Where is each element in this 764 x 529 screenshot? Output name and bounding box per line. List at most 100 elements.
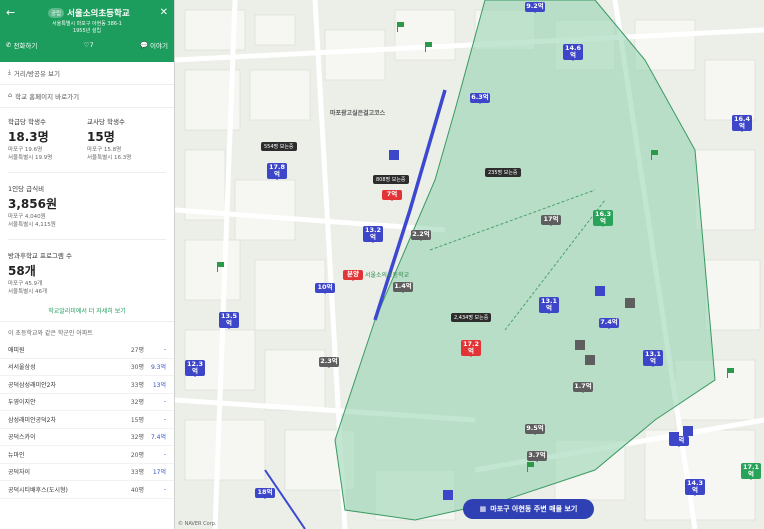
apt-price: - (163, 485, 166, 493)
price-marker[interactable]: 6.3억 (470, 93, 490, 103)
price-marker[interactable]: 13.5억 (219, 312, 239, 329)
price-marker[interactable]: 2.3억 (319, 357, 339, 367)
story-button[interactable]: 💬 이야기 (140, 40, 168, 50)
school-flag-icon[interactable] (727, 368, 735, 378)
founded-text: 1955년 설립 (72, 28, 102, 34)
price-label: 1.4억 (394, 282, 412, 290)
apt-list-item[interactable]: 공덕자이 33평 17억 (0, 464, 174, 481)
phone-icon: ✆ (6, 41, 12, 49)
stat-label: 교사당 학생수 (87, 118, 125, 126)
apt-list-item[interactable]: 애피원 27평 - (0, 341, 174, 359)
apartment-icon[interactable] (669, 432, 679, 442)
apt-floor: 40평 (130, 486, 144, 494)
apt-name: 서서울삼성 (8, 364, 36, 372)
apt-floor: 33평 (130, 381, 144, 389)
apartment-icon[interactable] (683, 426, 693, 436)
price-marker[interactable]: 17.1억 (741, 463, 761, 480)
homepage-label: 학교 홈페이지 바로가기 (15, 93, 80, 101)
price-marker[interactable]: 13.1억 (643, 350, 663, 367)
price-marker[interactable]: 2.2억 (411, 230, 431, 240)
apt-list-item[interactable]: 공덕시티배후스(도시형) 40평 - (0, 481, 174, 499)
apartment-icon[interactable] (389, 150, 399, 160)
close-icon[interactable]: ✕ (160, 7, 168, 18)
price-marker[interactable]: 분양 (343, 270, 363, 280)
price-marker[interactable]: 16.3억 (593, 210, 613, 227)
price-marker[interactable]: 3.7억 (527, 451, 547, 461)
apt-price: 9.3억 (150, 364, 166, 372)
price-marker[interactable]: 12.3억 (185, 360, 205, 377)
apt-list-item[interactable]: 공덕스카이 32평 7.4억 (0, 429, 174, 446)
school-flag-icon[interactable] (217, 262, 225, 272)
price-marker[interactable]: 13.1억 (539, 297, 559, 314)
story-label: 이야기 (150, 42, 168, 50)
price-label: 18억 (257, 488, 273, 496)
map-base (175, 0, 764, 529)
school-map-label: 서울소의초등학교 (365, 272, 410, 279)
nearby-listings-button[interactable]: ▦ 마포구 아현동 주변 매물 보기 (463, 499, 594, 519)
price-label: 17.8억 (268, 163, 286, 178)
apt-name: 애피원 (8, 346, 25, 354)
price-marker[interactable]: 16.4억 (732, 115, 752, 132)
apartment-icon[interactable] (443, 490, 453, 500)
stat-gu: 마포구 15.8명 (87, 147, 122, 153)
price-marker[interactable]: 10억 (315, 283, 335, 293)
apartment-icon[interactable] (595, 286, 605, 296)
apartment-icon[interactable] (625, 298, 635, 308)
apt-list-item[interactable]: 삼성래미안공덕2차 15평 - (0, 411, 174, 429)
stat-per-teacher: 교사당 학생수 15명 마포구 15.8명 서울특별시 16.3명 (87, 116, 166, 162)
price-label: 9.5억 (526, 424, 544, 432)
apt-floor: 33평 (130, 469, 144, 477)
apt-price: - (163, 450, 166, 458)
apt-price: - (163, 398, 166, 406)
price-marker[interactable]: 7억 (382, 190, 402, 200)
price-marker[interactable]: 17.8억 (267, 163, 287, 180)
apartment-icon[interactable] (585, 355, 595, 365)
price-marker[interactable]: 17억 (541, 215, 561, 225)
stat-city: 서울특별시 19.9명 (8, 154, 53, 161)
homepage-link[interactable]: ⌂ 학교 홈페이지 바로가기 (0, 85, 174, 108)
call-button[interactable]: ✆ 전화하기 (6, 40, 37, 50)
price-marker[interactable]: 1.7억 (573, 382, 593, 392)
school-flag-icon[interactable] (651, 150, 659, 160)
price-marker[interactable]: 17.2억 (461, 340, 481, 357)
viewer-count-tip: 554명 보는중 (261, 142, 297, 151)
price-label: 3.7억 (528, 451, 546, 459)
stat-gu: 마포구 45.9개 (8, 281, 43, 287)
price-label: 10억 (317, 283, 333, 291)
apt-floor: 32평 (130, 399, 144, 407)
apt-list-item[interactable]: 서서울삼성 30평 9.3억 (0, 359, 174, 376)
price-marker[interactable]: 14.3억 (685, 479, 705, 496)
back-arrow-icon[interactable]: ← (6, 6, 18, 19)
price-marker[interactable]: 9.5억 (525, 424, 545, 434)
stat-value: 15명 (87, 130, 115, 144)
school-alimi-link[interactable]: 학교알리미에서 더 자세히 보기 (0, 300, 174, 322)
apt-list-item[interactable]: 공덕삼성래미안2차 33평 13억 (0, 376, 174, 394)
route-link[interactable]: ⤓ 거리/방공유 보기 (0, 62, 174, 85)
stat-value: 18.3명 (8, 130, 49, 144)
school-name: 서울소의초등학교 (67, 8, 130, 19)
apartment-icon[interactable] (575, 340, 585, 350)
stat-label: 학급당 학생수 (8, 118, 46, 126)
stat-value: 58개 (8, 264, 36, 278)
map-view[interactable]: 마포광고실은걸고코스 서울소의초등학교 554명 보는중 808명 보는중 23… (175, 0, 764, 529)
school-flag-icon[interactable] (425, 42, 433, 52)
apt-list-item[interactable]: 뉴마인 20평 - (0, 446, 174, 464)
call-label: 전화하기 (13, 42, 38, 50)
price-marker[interactable]: 14.6억 (563, 44, 583, 61)
price-label: 13.5억 (220, 312, 238, 327)
price-marker[interactable]: 7.4억 (599, 318, 619, 328)
school-flag-icon[interactable] (527, 462, 535, 472)
price-marker[interactable]: 9.2억 (525, 2, 545, 12)
price-marker[interactable]: 1.4억 (393, 282, 413, 292)
like-button[interactable]: ♡7 (84, 40, 94, 50)
apt-name: 삼성래미안공덕2차 (8, 416, 56, 424)
price-marker[interactable]: 13.2억 (363, 226, 383, 243)
price-marker[interactable]: 18억 (255, 488, 275, 498)
price-label: 14.3억 (686, 479, 704, 494)
school-flag-icon[interactable] (397, 22, 405, 32)
apt-list-item[interactable]: 두영이지안 32평 - (0, 394, 174, 411)
stat-gu: 마포구 19.6명 (8, 147, 43, 153)
divider (8, 172, 166, 173)
apt-price: 17억 (152, 469, 166, 477)
student-stats: 학급당 학생수 18.3명 마포구 19.6명 서울특별시 19.9명 교사당 … (0, 108, 174, 166)
